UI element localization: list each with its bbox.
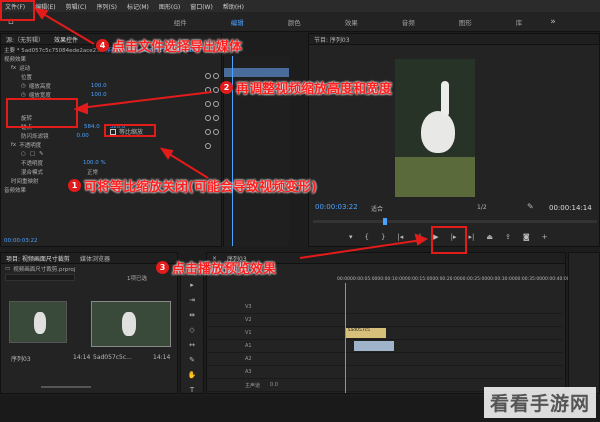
annotation-arrows [33,7,429,259]
watermark: 看看手游网 [483,387,596,418]
annotation-number: 4 [96,39,109,52]
annotation-text: 点击文件选择导出媒体 [112,40,243,55]
annotation-4: 4 点击文件选择导出媒体 [96,36,242,55]
annotation-number: 3 [156,261,169,274]
uniform-scale-checkbox-row[interactable]: 等比缩放 [110,127,143,136]
arrow-1-line [165,151,209,179]
annotation-number: 2 [220,81,233,94]
checkbox-icon[interactable] [110,128,116,135]
play-button-highlight [431,226,467,254]
arrow-3-line [299,239,423,259]
arrow-2-line [79,91,213,109]
annotation-text: 再调整视频缩放高度和宽度 [236,82,393,97]
arrow-4-line [39,11,95,45]
arrow-3-head [414,233,429,246]
arrow-4-head [33,7,49,20]
annotation-2: 2 再调整视频缩放高度和宽度 [220,78,392,97]
annotation-1: 1 可将等比缩放关闭(可能会导致视频变形) [68,176,317,195]
uniform-scale-label: 等比缩放 [119,129,144,136]
scale-fields-highlight [6,98,78,128]
annotation-number: 1 [68,179,81,192]
annotation-text: 可将等比缩放关闭(可能会导致视频变形) [84,180,317,195]
annotation-text: 点击播放预览效果 [172,262,277,277]
annotation-3: 3 点击播放预览效果 [156,258,276,277]
arrow-1-head [159,147,174,160]
